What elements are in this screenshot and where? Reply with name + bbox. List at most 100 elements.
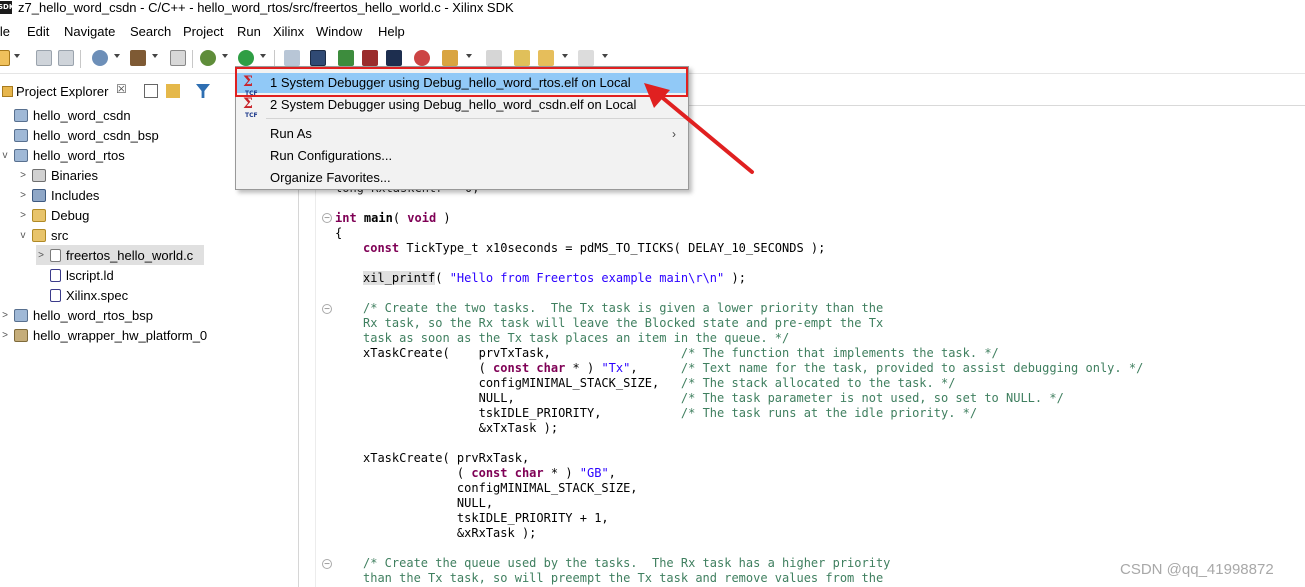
c-file-icon [50,248,61,262]
build-dropdown-icon[interactable] [152,54,158,58]
menu-window[interactable]: Window [316,24,362,40]
tree-item-hello-word-csdn[interactable]: hello_word_csdn [0,105,131,125]
code-line-taskcreate-rx: NULL, [363,496,494,510]
terminal-icon[interactable] [310,50,326,66]
code-line-taskcreate-tx: &xTxTask ); [363,421,559,435]
configurations-dropdown-icon[interactable] [114,54,120,58]
tree-item-hello-word-csdn-bsp[interactable]: hello_word_csdn_bsp [0,125,159,145]
tree-item-src[interactable]: v src [18,225,69,245]
menu-item-label: Run As [270,126,312,141]
tree-item-hello-word-rtos[interactable]: v hello_word_rtos [0,145,125,165]
program-fpga-icon[interactable] [338,50,354,66]
menu-item-organize-favorites[interactable]: Organize Favorites... [236,168,688,188]
skip-breakpoints-icon[interactable] [284,50,300,66]
tree-item-label: hello_word_rtos [33,147,125,163]
project-icon [14,128,28,142]
menu-item-run-as[interactable]: Run As › [236,124,688,144]
code-line-main: int main( void ) [335,211,451,225]
code-line-const: const TickType_t x10seconds = pdMS_TO_TI… [363,241,826,255]
forward-arrow-icon[interactable] [578,50,594,66]
tree-item-debug[interactable]: > Debug [18,205,89,225]
launch-shell-icon[interactable] [386,50,402,66]
tree-item-label: hello_wrapper_hw_platform_0 [33,327,208,343]
menu-search[interactable]: Search [130,24,171,40]
expand-chevron-icon[interactable]: > [18,190,28,201]
binary-icon[interactable] [170,50,186,66]
expand-chevron-icon[interactable]: v [0,150,10,161]
forward-dropdown-icon[interactable] [602,54,608,58]
expand-chevron-icon[interactable]: v [18,230,28,241]
tree-item-label: Binaries [51,167,98,183]
code-comment-line: /* Create the two tasks. The Tx task is … [363,301,884,315]
printf-function-name[interactable]: xil_printf [363,271,436,285]
pen-icon[interactable] [486,50,502,66]
code-comment-line: Rx task, so the Rx task will leave the B… [363,316,884,330]
build-hammer-icon[interactable] [130,50,146,66]
code-comment-line: task as soon as the Tx task places an it… [363,331,790,345]
tree-item-label: src [51,227,69,243]
tree-item-xilinx-spec[interactable]: Xilinx.spec [36,285,128,305]
expand-chevron-icon[interactable]: > [36,250,46,261]
menu-help[interactable]: Help [378,24,405,40]
tree-item-label: Xilinx.spec [66,287,129,303]
menu-file[interactable]: ile [0,24,10,40]
debug-dropdown-icon[interactable] [222,54,228,58]
project-icon [14,108,28,122]
manage-configurations-icon[interactable] [92,50,108,66]
fold-collapse-icon[interactable]: − [322,213,332,224]
save-icon[interactable] [36,50,52,66]
search-flashlight-icon[interactable] [442,50,458,66]
fold-collapse-icon[interactable]: − [322,559,332,570]
expand-chevron-icon[interactable]: > [18,170,28,181]
tree-item-binaries[interactable]: > Binaries [18,165,98,185]
menu-project[interactable]: Project [183,24,223,40]
close-icon[interactable]: ☒ [116,82,127,96]
menu-item-run-configurations[interactable]: Run Configurations... [236,146,688,166]
tree-item-lscript-ld[interactable]: lscript.ld [36,265,114,285]
tree-item-includes[interactable]: > Includes [18,185,99,205]
menu-item-label: Organize Favorites... [270,170,391,185]
folder-icon [32,208,46,222]
window-title: z7_hello_word_csdn - C/C++ - hello_word_… [18,0,514,15]
new-dropdown-arrow-icon[interactable] [14,54,20,58]
menu-xilinx[interactable]: Xilinx [273,24,304,40]
menu-item-system-debugger-csdn[interactable]: Σ TCF 2 System Debugger using Debug_hello… [236,95,688,119]
tree-item-label: lscript.ld [66,267,114,283]
tree-item-label: hello_word_csdn [33,107,131,123]
filter-icon[interactable] [196,84,210,98]
code-line-taskcreate-rx: configMINIMAL_STACK_SIZE, [363,481,638,495]
expand-chevron-icon[interactable]: > [18,210,28,221]
back-dropdown-icon[interactable] [562,54,568,58]
menu-bar: ile Edit Navigate Search Project Run Xil… [0,21,1305,43]
tree-item-label: Includes [51,187,100,203]
code-line-brace: { [335,226,343,240]
save-all-icon[interactable] [58,50,74,66]
menu-separator [266,118,686,119]
target-connection-icon[interactable] [414,50,430,66]
menu-run[interactable]: Run [237,24,261,40]
xmd-console-icon[interactable] [362,50,378,66]
last-edit-icon[interactable] [514,50,530,66]
back-arrow-icon[interactable] [538,50,554,66]
run-icon[interactable] [238,50,254,66]
run-dropdown-icon[interactable] [260,54,266,58]
expand-chevron-icon[interactable]: > [0,330,10,341]
link-with-editor-icon[interactable] [166,84,180,98]
debug-bug-icon[interactable] [200,50,216,66]
menu-navigate[interactable]: Navigate [64,24,115,40]
fold-collapse-icon[interactable]: − [322,304,332,315]
search-dropdown-icon[interactable] [466,54,472,58]
tree-item-hello-wrapper-hw-platform[interactable]: > hello_wrapper_hw_platform_0 [0,325,207,345]
tree-item-label: freertos_hello_world.c [66,247,194,263]
tree-item-hello-word-rtos-bsp[interactable]: > hello_word_rtos_bsp [0,305,153,325]
project-open-icon [14,148,28,162]
project-explorer-tab[interactable]: Project Explorer [16,84,108,99]
new-icon[interactable] [0,50,10,66]
expand-chevron-icon[interactable]: > [0,310,10,321]
code-line-taskcreate-rx: xTaskCreate( prvRxTask, [363,451,530,465]
menu-edit[interactable]: Edit [27,24,49,40]
tree-item-label: Debug [51,207,90,223]
collapse-all-icon[interactable] [144,84,158,98]
code-line-taskcreate-tx: configMINIMAL_STACK_SIZE, /* The stack a… [363,376,956,390]
tree-item-freertos-hello-world-c[interactable]: > freertos_hello_world.c [36,245,204,265]
